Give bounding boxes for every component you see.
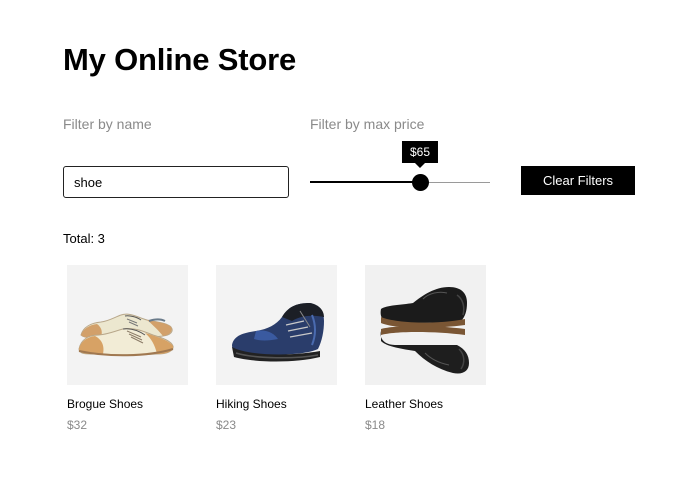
clear-filters-button[interactable]: Clear Filters	[521, 166, 635, 195]
slider-fill	[310, 181, 420, 183]
product-card[interactable]: Leather Shoes $18	[365, 265, 486, 433]
brogue-shoe-image[interactable]	[67, 265, 188, 385]
total-count: Total: 3	[63, 231, 105, 246]
product-card[interactable]: Hiking Shoes $23	[216, 265, 337, 433]
filter-name-label: Filter by name	[63, 116, 152, 132]
product-name[interactable]: Brogue Shoes	[67, 397, 188, 412]
product-name[interactable]: Leather Shoes	[365, 397, 486, 412]
slider-thumb[interactable]	[412, 174, 429, 191]
price-slider[interactable]: $65	[310, 141, 490, 192]
product-name[interactable]: Hiking Shoes	[216, 397, 337, 412]
page-title: My Online Store	[63, 42, 296, 77]
product-price: $18	[365, 418, 386, 432]
product-price: $23	[216, 418, 237, 432]
hiking-boot-image[interactable]	[216, 265, 337, 385]
name-filter-input[interactable]	[63, 166, 289, 198]
product-price: $32	[67, 418, 88, 432]
price-tooltip: $65	[401, 141, 439, 168]
product-card[interactable]: Brogue Shoes $32	[67, 265, 188, 433]
leather-boots-image[interactable]	[365, 265, 486, 385]
filter-price-label: Filter by max price	[310, 116, 425, 132]
